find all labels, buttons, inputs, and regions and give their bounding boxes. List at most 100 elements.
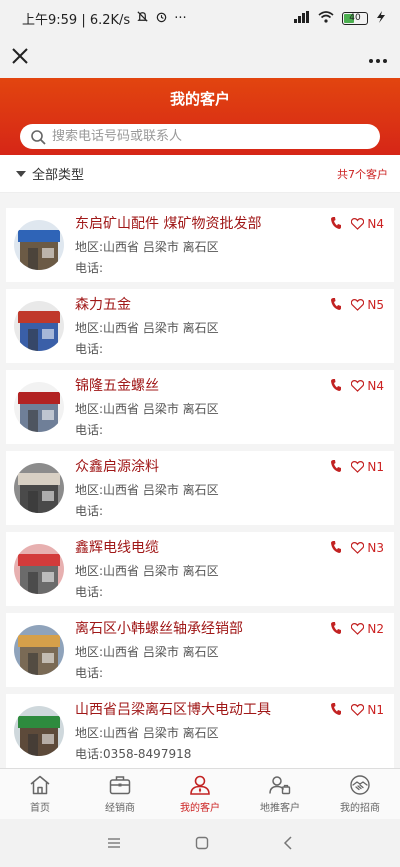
menu-button[interactable] bbox=[107, 837, 121, 849]
phone-icon[interactable] bbox=[331, 457, 342, 476]
search-input[interactable] bbox=[52, 129, 352, 144]
customer-name: 山西省吕梁离石区博大电动工具 bbox=[75, 702, 271, 718]
charging-icon bbox=[376, 10, 386, 26]
customer-avatar bbox=[14, 625, 64, 675]
back-button[interactable] bbox=[283, 836, 293, 850]
menu-icon bbox=[108, 838, 120, 848]
tab-my-customers[interactable]: 我的客户 bbox=[160, 769, 240, 819]
battery-icon: 40 bbox=[342, 11, 368, 25]
title-bar bbox=[0, 36, 400, 78]
customer-avatar bbox=[14, 544, 64, 594]
alarm-icon bbox=[155, 10, 168, 27]
customer-region: 地区:山西省 吕梁市 离石区 bbox=[75, 645, 219, 659]
level-badge[interactable]: N2 bbox=[351, 622, 384, 636]
customer-name: 锦隆五金螺丝 bbox=[75, 378, 159, 394]
customer-region: 地区:山西省 吕梁市 离石区 bbox=[75, 483, 219, 497]
tab-my-investment[interactable]: 我的招商 bbox=[320, 769, 400, 819]
card-actions: N1 bbox=[331, 457, 384, 476]
customer-count: 共7个客户 bbox=[337, 167, 388, 181]
level-text: N1 bbox=[367, 702, 384, 717]
page-header: 我的客户 bbox=[0, 78, 400, 155]
level-badge[interactable]: N4 bbox=[351, 217, 384, 231]
tab-dealers[interactable]: 经销商 bbox=[80, 769, 160, 819]
level-text: N2 bbox=[367, 621, 384, 636]
customer-phone: 电话: bbox=[75, 342, 104, 356]
page-title: 我的客户 bbox=[169, 90, 230, 108]
customer-avatar bbox=[14, 706, 64, 756]
customer-phone: 电话: bbox=[75, 423, 104, 437]
level-badge[interactable]: N3 bbox=[351, 541, 384, 555]
tab-home[interactable]: 首页 bbox=[0, 769, 80, 819]
phone-icon[interactable] bbox=[331, 700, 342, 719]
customer-card[interactable]: 离石区小韩螺丝轴承经销部 地区:山西省 吕梁市 离石区 电话: N2 bbox=[6, 613, 394, 687]
caret-down-icon bbox=[16, 170, 26, 177]
level-text: N5 bbox=[367, 297, 384, 312]
phone-icon[interactable] bbox=[331, 295, 342, 314]
category-label: 全部类型 bbox=[32, 168, 85, 183]
mute-icon bbox=[136, 10, 149, 27]
filter-bar: 全部类型 共7个客户 bbox=[0, 155, 400, 193]
customer-phone: 电话: bbox=[75, 261, 104, 275]
heart-icon bbox=[351, 622, 365, 635]
search-icon bbox=[31, 129, 46, 145]
customer-card[interactable]: 鑫辉电线电缆 地区:山西省 吕梁市 离石区 电话: N3 bbox=[6, 532, 394, 606]
customer-card[interactable]: 森力五金 地区:山西省 吕梁市 离石区 电话: N5 bbox=[6, 289, 394, 363]
tab-promoter-customers[interactable]: 地推客户 bbox=[240, 769, 320, 819]
tab-label: 地推客户 bbox=[260, 802, 300, 814]
level-text: N4 bbox=[367, 378, 384, 393]
level-badge[interactable]: N1 bbox=[351, 460, 384, 474]
level-badge[interactable]: N5 bbox=[351, 298, 384, 312]
wifi-icon bbox=[318, 10, 334, 26]
customer-region: 地区:山西省 吕梁市 离石区 bbox=[75, 726, 219, 740]
level-text: N1 bbox=[367, 459, 384, 474]
card-actions: N5 bbox=[331, 295, 384, 314]
customer-card[interactable]: 众鑫启源涂料 地区:山西省 吕梁市 离石区 电话: N1 bbox=[6, 451, 394, 525]
category-dropdown[interactable]: 全部类型 bbox=[16, 164, 84, 183]
battery-level: 40 bbox=[349, 13, 361, 23]
bottom-tab-bar: 首页 经销商 我的客户 地推客户 我的招商 bbox=[0, 768, 400, 819]
promoter-icon bbox=[269, 775, 291, 794]
customer-avatar bbox=[14, 382, 64, 432]
level-badge[interactable]: N4 bbox=[351, 379, 384, 393]
phone-icon[interactable] bbox=[331, 619, 342, 638]
tab-label: 我的客户 bbox=[180, 802, 220, 814]
customer-name: 离石区小韩螺丝轴承经销部 bbox=[75, 621, 243, 637]
heart-icon bbox=[351, 460, 365, 473]
customer-name: 众鑫启源涂料 bbox=[75, 459, 159, 475]
customer-list: 东启矿山配件 煤矿物资批发部 地区:山西省 吕梁市 离石区 电话: N4 森力五… bbox=[6, 208, 394, 775]
signal-icon bbox=[294, 10, 310, 26]
customer-card[interactable]: 山西省吕梁离石区博大电动工具 地区:山西省 吕梁市 离石区 电话:0358-84… bbox=[6, 694, 394, 768]
more-button[interactable] bbox=[368, 45, 388, 69]
card-actions: N3 bbox=[331, 538, 384, 557]
level-text: N4 bbox=[367, 216, 384, 231]
customer-region: 地区:山西省 吕梁市 离石区 bbox=[75, 402, 219, 416]
system-nav-bar bbox=[0, 819, 400, 867]
close-button[interactable] bbox=[12, 45, 40, 70]
phone-icon[interactable] bbox=[331, 214, 342, 233]
status-bar: 上午9:59 | 6.2K/s ··· 40 bbox=[0, 0, 400, 36]
heart-icon bbox=[351, 217, 365, 230]
back-arrow-icon bbox=[283, 836, 292, 850]
phone-icon[interactable] bbox=[331, 538, 342, 557]
customer-card[interactable]: 东启矿山配件 煤矿物资批发部 地区:山西省 吕梁市 离石区 电话: N4 bbox=[6, 208, 394, 282]
customer-phone: 电话:0358-8497918 bbox=[75, 747, 192, 761]
customer-name: 东启矿山配件 煤矿物资批发部 bbox=[75, 216, 262, 232]
card-actions: N1 bbox=[331, 700, 384, 719]
customer-phone: 电话: bbox=[75, 504, 104, 518]
customer-card[interactable]: 锦隆五金螺丝 地区:山西省 吕梁市 离石区 电话: N4 bbox=[6, 370, 394, 444]
square-icon bbox=[195, 836, 209, 850]
home-button[interactable] bbox=[195, 836, 209, 850]
briefcase-icon bbox=[109, 775, 131, 794]
status-time: 上午9:59 | 6.2K/s bbox=[22, 12, 131, 28]
level-badge[interactable]: N1 bbox=[351, 703, 384, 717]
heart-icon bbox=[351, 298, 365, 311]
level-text: N3 bbox=[367, 540, 384, 555]
search-box[interactable] bbox=[20, 124, 380, 149]
customer-name: 鑫辉电线电缆 bbox=[75, 540, 159, 556]
card-actions: N4 bbox=[331, 214, 384, 233]
card-actions: N4 bbox=[331, 376, 384, 395]
customer-region: 地区:山西省 吕梁市 离石区 bbox=[75, 564, 219, 578]
phone-icon[interactable] bbox=[331, 376, 342, 395]
customer-name: 森力五金 bbox=[75, 297, 131, 313]
card-actions: N2 bbox=[331, 619, 384, 638]
